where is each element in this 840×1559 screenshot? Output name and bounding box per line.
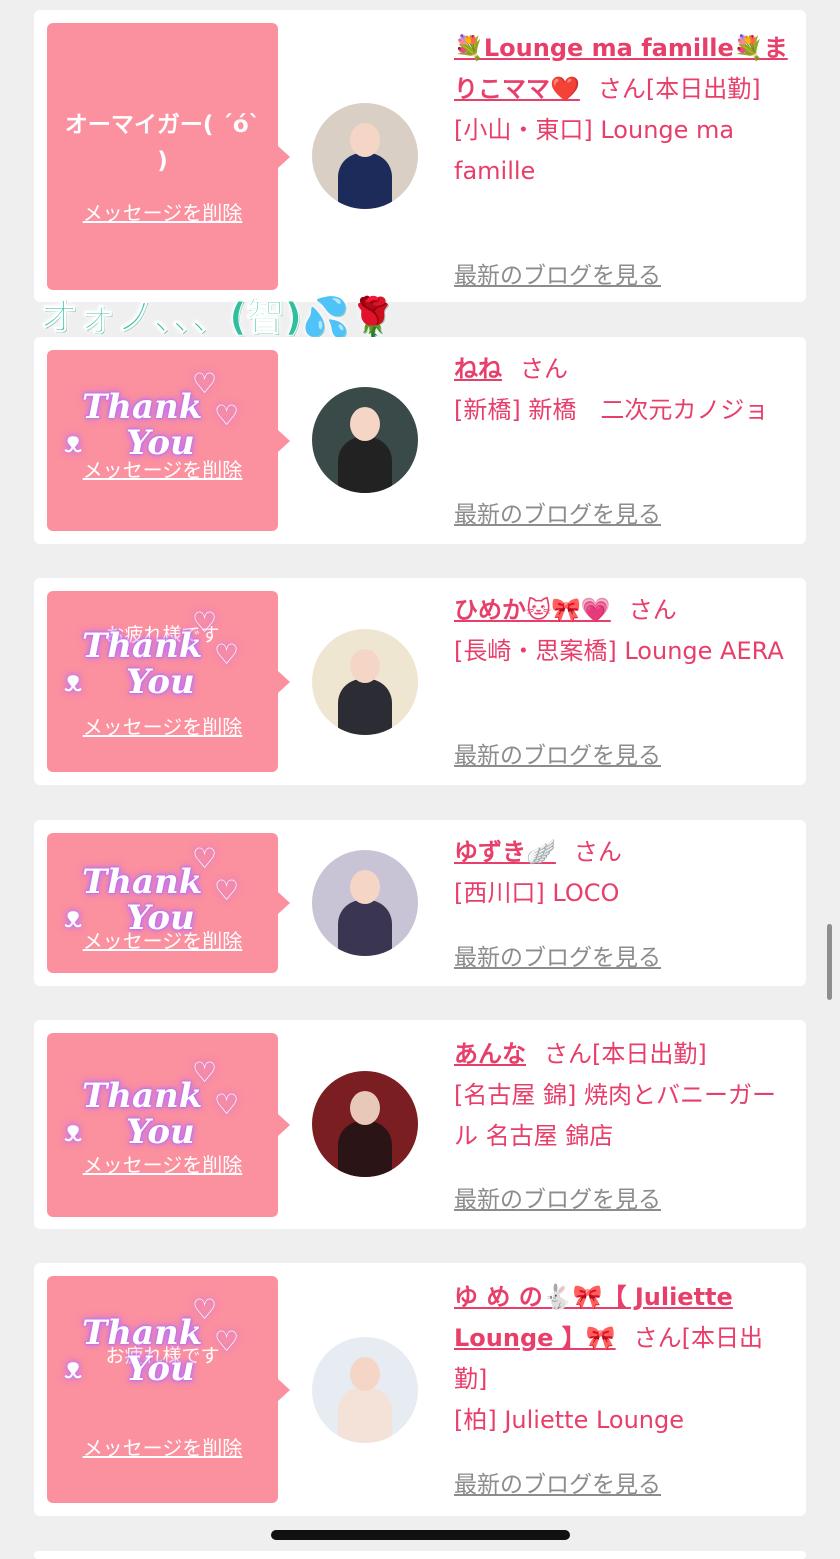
delete-message-link[interactable]: メッセージを削除 bbox=[47, 454, 278, 483]
cast-info: ゆ め の🐇🎀【 Juliette Lounge 】🎀 さん[本日出勤] [柏] … bbox=[454, 1277, 794, 1441]
message-card: メッセージを削除 ♡ ♡ Thank ᴥ You ゆずき🪽 さん [西川口] LO… bbox=[34, 820, 806, 986]
avatar[interactable] bbox=[312, 103, 418, 209]
latest-blog-link[interactable]: 最新のブログを見る bbox=[454, 736, 661, 770]
message-card: お疲れ様です メッセージを削除 ♡ ♡ Thank ᴥ You ひめか🐱🎀💗 さん… bbox=[34, 578, 806, 785]
cast-info: あんな さん[本日出勤] [名古屋 錦] 焼肉とバニーガール 名古屋 錦店 bbox=[454, 1034, 794, 1157]
home-indicator[interactable] bbox=[271, 1530, 570, 1540]
delete-message-link[interactable]: メッセージを削除 bbox=[47, 925, 278, 954]
delete-message-link[interactable]: メッセージを削除 bbox=[47, 197, 278, 226]
cast-info: ねね さん [新橋] 新橋 二次元カノジョ bbox=[454, 349, 794, 431]
message-text: オーマイガー( ´ó` ) bbox=[64, 112, 261, 174]
honorific: さん bbox=[520, 355, 568, 383]
shop-text: [小山・東口] Lounge ma famille bbox=[454, 116, 735, 185]
honorific: さん bbox=[633, 1324, 682, 1352]
delete-message-link[interactable]: メッセージを削除 bbox=[47, 711, 278, 740]
message-bubble: メッセージを削除 bbox=[47, 833, 290, 973]
message-bubble: オーマイガー( ´ó` ) メッセージを削除 bbox=[47, 23, 290, 290]
shop-text: [名古屋 錦] 焼肉とバニーガール 名古屋 錦店 bbox=[454, 1081, 776, 1150]
cast-name-link[interactable]: ねね bbox=[454, 355, 502, 383]
honorific: さん bbox=[628, 596, 677, 624]
status-text: [本日出勤] bbox=[645, 75, 761, 103]
cast-info: ひめか🐱🎀💗 さん [長崎・思案橋] Lounge AERA bbox=[454, 590, 794, 672]
cast-info: ゆずき🪽 さん [西川口] LOCO bbox=[454, 832, 794, 914]
message-text: お疲れ様です bbox=[105, 624, 220, 646]
message-bubble: メッセージを削除 bbox=[47, 350, 290, 531]
message-bubble: お疲れ様です メッセージを削除 bbox=[47, 1276, 290, 1503]
honorific: さん bbox=[597, 75, 646, 103]
honorific: さん bbox=[544, 1040, 592, 1068]
delete-message-link[interactable]: メッセージを削除 bbox=[47, 1432, 278, 1461]
latest-blog-link[interactable]: 最新のブログを見る bbox=[454, 1180, 661, 1214]
message-card bbox=[34, 1551, 806, 1559]
latest-blog-link[interactable]: 最新のブログを見る bbox=[454, 1465, 661, 1499]
scrollbar[interactable] bbox=[827, 924, 832, 1000]
shop-text: [新橋] 新橋 二次元カノジョ bbox=[454, 396, 769, 424]
cast-name-link[interactable]: ゆずき🪽 bbox=[454, 838, 556, 866]
message-bubble: メッセージを削除 bbox=[47, 1033, 290, 1217]
shop-text: [長崎・思案橋] Lounge AERA bbox=[454, 637, 784, 665]
shop-text: [柏] Juliette Lounge bbox=[454, 1406, 685, 1434]
avatar[interactable] bbox=[312, 629, 418, 735]
message-card: オーマイガー( ´ó` ) メッセージを削除 💐Lounge ma famill… bbox=[34, 10, 806, 302]
delete-message-link[interactable]: メッセージを削除 bbox=[47, 1149, 278, 1178]
avatar[interactable] bbox=[312, 387, 418, 493]
avatar[interactable] bbox=[312, 1071, 418, 1177]
cast-name-link[interactable]: ひめか🐱🎀💗 bbox=[454, 596, 611, 624]
avatar[interactable] bbox=[312, 850, 418, 956]
message-card: メッセージを削除 ♡ ♡ Thank ᴥ You ねね さん [新橋] 新橋 二次… bbox=[34, 337, 806, 544]
overlay-sticker-text: オォノ、、、(智)💦🌹 bbox=[40, 295, 398, 340]
latest-blog-link[interactable]: 最新のブログを見る bbox=[454, 256, 661, 290]
message-text: お疲れ様です bbox=[105, 1345, 220, 1367]
honorific: さん bbox=[573, 838, 622, 866]
cast-info: 💐Lounge ma famille💐まりこママ❤️ さん[本日出勤] [小山・東… bbox=[454, 28, 794, 192]
message-card: メッセージを削除 ♡ ♡ Thank ᴥ You あんな さん[本日出勤] [名古… bbox=[34, 1020, 806, 1229]
shop-text: [西川口] LOCO bbox=[454, 879, 620, 907]
avatar[interactable] bbox=[312, 1337, 418, 1443]
message-bubble: お疲れ様です メッセージを削除 bbox=[47, 591, 290, 772]
latest-blog-link[interactable]: 最新のブログを見る bbox=[454, 495, 661, 529]
cast-name-link[interactable]: あんな bbox=[454, 1040, 526, 1068]
latest-blog-link[interactable]: 最新のブログを見る bbox=[454, 938, 661, 972]
status-text: [本日出勤] bbox=[592, 1040, 707, 1068]
message-card: お疲れ様です メッセージを削除 ♡ ♡ Thank ᴥ You ゆ め の🐇🎀【… bbox=[34, 1263, 806, 1516]
